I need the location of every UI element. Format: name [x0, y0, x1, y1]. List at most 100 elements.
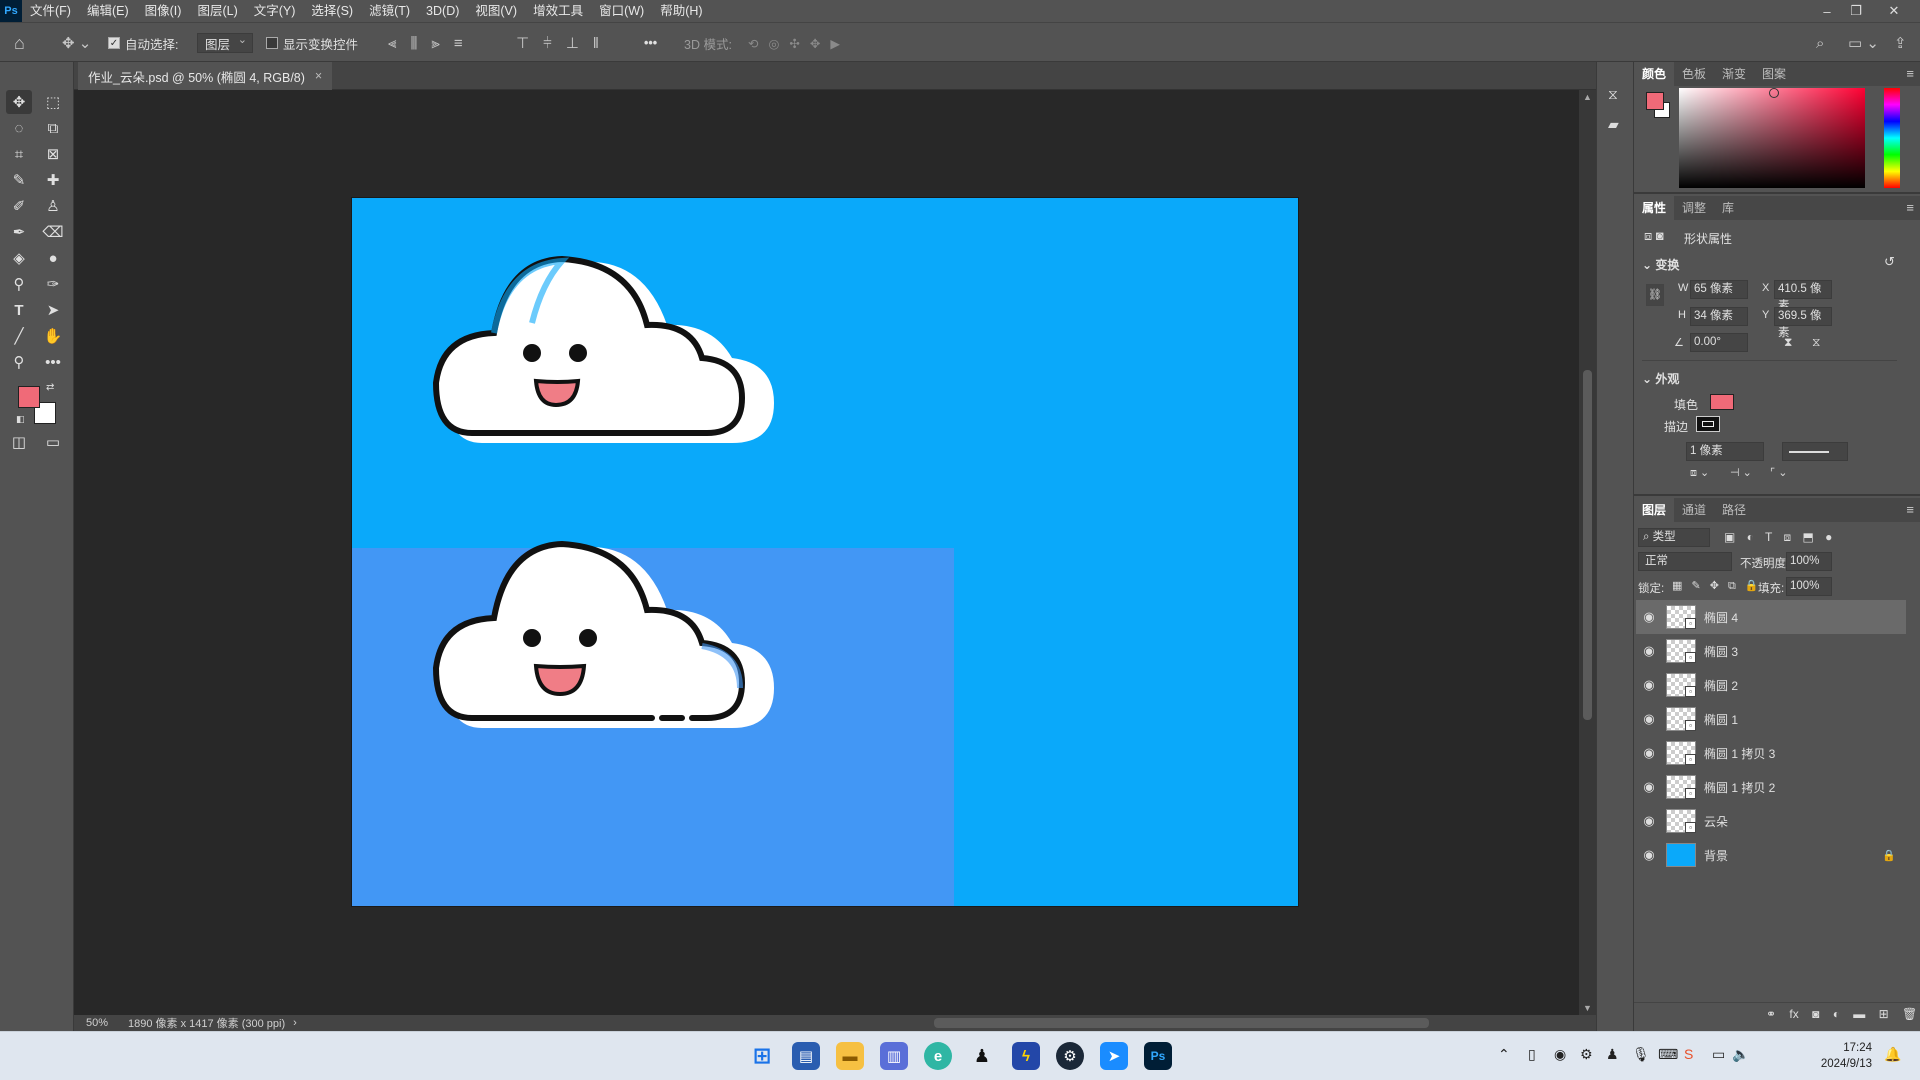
quick-mask-icon[interactable]: ◫	[6, 430, 32, 454]
tray-volume-icon[interactable]: 🔈	[1732, 1046, 1749, 1063]
tray-mic-icon[interactable]: 🎙	[1632, 1046, 1650, 1063]
tray-sogou-icon[interactable]: S	[1684, 1046, 1693, 1062]
blur-tool-icon[interactable]: ●	[40, 246, 66, 270]
tray-ime-icon[interactable]: ⌨	[1658, 1046, 1678, 1063]
vertical-scroll-thumb[interactable]	[1583, 370, 1592, 720]
vertical-scrollbar[interactable]: ▲ ▼	[1579, 90, 1596, 1015]
panel-menu-icon[interactable]: ≡	[1906, 502, 1914, 517]
layer-row[interactable]: ◉ ▫ 椭圆 1 拷贝 3	[1636, 736, 1906, 770]
comments-panel-icon[interactable]: ▰	[1608, 116, 1619, 133]
flip-vertical-icon[interactable]: ⧖	[1812, 335, 1820, 350]
zoom-level[interactable]: 50%	[74, 1017, 124, 1029]
photoshop-logo-icon[interactable]: Ps	[0, 0, 22, 22]
menu-item[interactable]: 窗口(W)	[591, 0, 652, 22]
x-field[interactable]: 410.5 像素	[1774, 280, 1832, 312]
scroll-down-icon[interactable]: ▼	[1583, 1003, 1592, 1013]
foreground-color-swatch[interactable]	[18, 386, 40, 408]
align-top-icon[interactable]: ⊤	[516, 34, 529, 52]
delete-layer-icon[interactable]: 🗑	[1902, 1007, 1917, 1021]
lasso-tool-icon[interactable]: ◌	[6, 116, 32, 140]
visibility-eye-icon[interactable]: ◉	[1636, 813, 1662, 829]
panel-tab[interactable]: 颜色	[1634, 62, 1675, 86]
healing-brush-tool-icon[interactable]: ✚	[40, 168, 66, 192]
auto-select-checkbox[interactable]: ✓ 自动选择:	[108, 23, 178, 63]
qq-icon[interactable]: ♟	[968, 1042, 996, 1070]
angle-field[interactable]: 0.00°	[1690, 333, 1748, 352]
horizontal-scrollbar[interactable]	[314, 1015, 1584, 1031]
opacity-field[interactable]: 100%	[1786, 552, 1832, 571]
eraser-tool-icon[interactable]: ⌫	[40, 220, 66, 244]
horizontal-scroll-thumb[interactable]	[934, 1018, 1429, 1028]
new-group-icon[interactable]: ▬	[1853, 1007, 1865, 1021]
tray-network-icon[interactable]: ▭	[1712, 1046, 1725, 1063]
blend-mode-dropdown[interactable]: 正常	[1638, 552, 1732, 571]
layer-row[interactable]: ◉ ▫ 椭圆 3	[1636, 634, 1906, 668]
menu-item[interactable]: 文件(F)	[22, 0, 79, 22]
tray-app-icon[interactable]: ◉	[1554, 1046, 1566, 1063]
move-tool-icon[interactable]: ✥	[6, 90, 32, 114]
panel-tab[interactable]: 调整	[1674, 196, 1714, 220]
eyedropper-tool-icon[interactable]: ✎	[6, 168, 32, 192]
stroke-corners-dropdown[interactable]: ⌜ ⌄	[1770, 466, 1787, 479]
menu-item[interactable]: 增效工具	[525, 0, 591, 22]
status-arrow-icon[interactable]: ›	[285, 1017, 297, 1029]
taskbar-clock[interactable]: 17:24 2024/9/13	[1821, 1040, 1872, 1072]
3d-roll-icon[interactable]: ◎	[768, 36, 779, 51]
brush-tool-icon[interactable]: ✐	[6, 194, 32, 218]
tray-overflow-icon[interactable]: ⌃	[1498, 1046, 1510, 1063]
close-tab-icon[interactable]: ×	[315, 69, 322, 83]
more-options-button[interactable]: •••	[644, 23, 657, 63]
visibility-eye-icon[interactable]: ◉	[1636, 677, 1662, 693]
align-bottom-icon[interactable]: ⊥	[566, 34, 579, 52]
document-canvas[interactable]	[352, 198, 1298, 906]
workspace-icon[interactable]: ▭ ⌄	[1848, 23, 1879, 63]
stroke-width-field[interactable]: 1 像素	[1686, 442, 1764, 461]
layer-filter-dropdown[interactable]: ⌕ 类型	[1638, 528, 1710, 547]
distribute-icon[interactable]: ≡	[454, 35, 463, 52]
layer-mask-icon[interactable]: ◙	[1812, 1007, 1819, 1021]
paint-bucket-tool-icon[interactable]: ◈	[6, 246, 32, 270]
stroke-caps-dropdown[interactable]: ⊣ ⌄	[1730, 466, 1752, 479]
layer-row[interactable]: ◉ ▫ 椭圆 4	[1636, 600, 1906, 634]
zoom-tool-icon[interactable]: ⚲	[6, 350, 32, 374]
notification-bell-icon[interactable]: 🔔	[1884, 1046, 1901, 1063]
dodge-tool-icon[interactable]: ⚲	[6, 272, 32, 296]
menu-item[interactable]: 编辑(E)	[79, 0, 137, 22]
hue-slider[interactable]	[1884, 88, 1900, 188]
share-icon[interactable]: ⇪	[1894, 23, 1907, 63]
link-dimensions-icon[interactable]: ⛓	[1646, 284, 1664, 306]
thunder-app-icon[interactable]: ϟ	[1012, 1042, 1040, 1070]
panel-tab[interactable]: 色板	[1674, 62, 1714, 86]
tray-usb-icon[interactable]: ▯	[1528, 1046, 1536, 1063]
history-panel-icon[interactable]: ⧖	[1608, 86, 1618, 103]
line-tool-icon[interactable]: ╱	[6, 324, 32, 348]
search-icon[interactable]: ⌕	[1816, 23, 1824, 63]
flip-horizontal-icon[interactable]: ⧗	[1784, 335, 1792, 350]
photoshop-taskbar-icon[interactable]: Ps	[1144, 1042, 1172, 1070]
scroll-up-icon[interactable]: ▲	[1583, 92, 1592, 102]
minimize-button[interactable]: –	[1814, 0, 1840, 22]
path-select-tool-icon[interactable]: ➤	[40, 298, 66, 322]
link-layers-icon[interactable]: ⚭	[1766, 1007, 1776, 1021]
stroke-style-dropdown[interactable]	[1782, 442, 1848, 461]
align-middle-icon[interactable]: ⫩	[543, 35, 552, 52]
panel-tab[interactable]: 属性	[1634, 196, 1675, 220]
layer-row[interactable]: ◉ 背景 🔒	[1636, 838, 1906, 872]
menu-item[interactable]: 滤镜(T)	[361, 0, 418, 22]
3d-orbit-icon[interactable]: ⟲	[748, 36, 758, 51]
appearance-section-title[interactable]: ⌄ 外观	[1642, 370, 1679, 387]
home-icon[interactable]: ⌂	[14, 23, 25, 63]
stroke-align-dropdown[interactable]: ⧈ ⌄	[1690, 466, 1709, 480]
menu-item[interactable]: 图层(L)	[189, 0, 245, 22]
cloud-illustration-top[interactable]	[422, 243, 822, 463]
foreground-color-chip[interactable]	[1646, 92, 1664, 110]
layer-row[interactable]: ◉ ▫ 椭圆 1 拷贝 2	[1636, 770, 1906, 804]
layer-style-icon[interactable]: fx	[1789, 1007, 1798, 1021]
crop-tool-icon[interactable]: ⌗	[6, 142, 32, 166]
frame-tool-icon[interactable]: ⊠	[40, 142, 66, 166]
visibility-eye-icon[interactable]: ◉	[1636, 779, 1662, 795]
document-tab[interactable]: 作业_云朵.psd @ 50% (椭圆 4, RGB/8) ×	[78, 62, 333, 90]
panel-tab[interactable]: 路径	[1714, 498, 1754, 522]
fill-opacity-field[interactable]: 100%	[1786, 577, 1832, 596]
file-explorer-icon[interactable]: ▬	[836, 1042, 864, 1070]
